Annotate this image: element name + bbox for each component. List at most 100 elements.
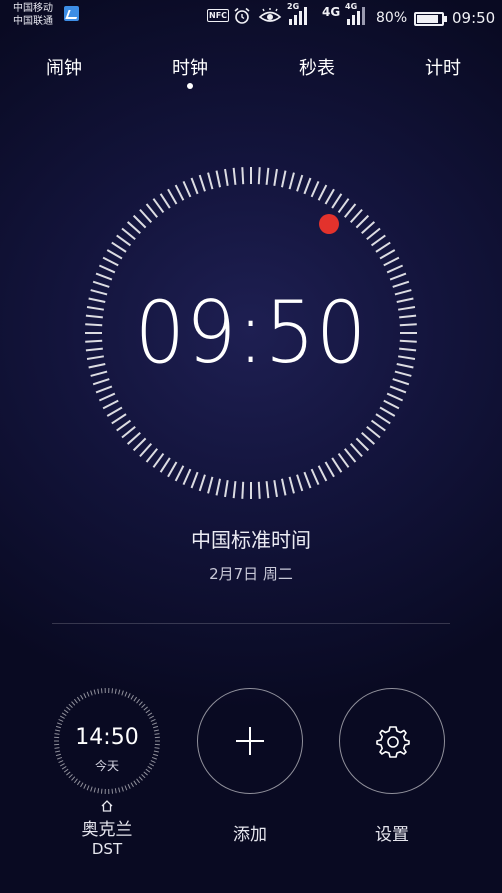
tick-mark [281, 170, 287, 188]
tick-mark [303, 177, 312, 195]
tick-mark [138, 776, 143, 781]
tick-mark [174, 184, 185, 201]
tick-mark [190, 471, 199, 489]
tick-mark [331, 193, 343, 209]
tick-mark [116, 234, 132, 247]
tick-mark [59, 715, 65, 719]
tick-mark [257, 167, 261, 185]
timezone-name: 中国标准时间 [191, 528, 311, 552]
tick-mark [343, 203, 357, 218]
tick-mark [386, 264, 404, 274]
tick-mark [241, 481, 245, 499]
tick-mark [383, 256, 400, 267]
tick-mark [198, 474, 206, 492]
tick-mark [310, 180, 320, 198]
tick-mark [337, 452, 350, 468]
tick-mark [386, 392, 404, 402]
gear-icon [376, 726, 410, 758]
tick-mark [147, 712, 153, 716]
tick-mark [207, 172, 214, 190]
tick-mark [379, 249, 396, 260]
world-clock-city: 奥克兰 [81, 820, 133, 840]
tick-mark [182, 468, 192, 486]
tick-mark [61, 712, 67, 716]
tick-mark [121, 690, 124, 696]
tick-mark [121, 227, 136, 241]
tick-mark [116, 419, 132, 432]
tick-mark [111, 241, 127, 253]
tick-mark [153, 750, 159, 753]
tick-mark [343, 448, 357, 463]
tick-mark [106, 249, 123, 260]
tick-mark [337, 198, 350, 214]
tick-mark [93, 689, 96, 695]
tick-mark [167, 188, 178, 205]
tick-mark [139, 443, 153, 458]
tick-mark [303, 471, 312, 489]
tick-mark [63, 709, 69, 714]
tick-mark [317, 465, 328, 482]
tick-mark [153, 753, 159, 757]
tick-mark [159, 457, 171, 473]
tick-mark [118, 787, 121, 793]
tick-mark [317, 184, 328, 201]
tick-mark [76, 780, 81, 786]
tick-mark [132, 437, 147, 452]
tick-mark [111, 688, 114, 694]
tick-mark [111, 788, 114, 794]
tick-mark [93, 787, 96, 793]
tick-mark [97, 788, 100, 794]
tick-mark [133, 696, 138, 702]
tick-mark [355, 214, 370, 229]
tick-mark [152, 452, 165, 468]
tick-mark [83, 693, 87, 699]
tick-mark [273, 480, 278, 498]
tick-mark [224, 168, 229, 186]
main-clock-time: 09:50 [134, 283, 368, 383]
tick-mark [383, 399, 400, 410]
tick-mark [361, 221, 376, 235]
tick-mark [121, 786, 124, 792]
tick-mark [106, 406, 123, 417]
tick-mark [149, 715, 155, 719]
tick-mark [95, 385, 113, 394]
tick-mark [370, 419, 386, 432]
tick-mark [86, 691, 90, 697]
tick-mark [71, 776, 76, 781]
tick-mark [143, 706, 148, 711]
tick-mark [232, 481, 237, 499]
tick-mark [145, 448, 159, 463]
tick-mark [349, 443, 363, 458]
tick-mark [324, 461, 335, 478]
tick-mark [159, 193, 171, 209]
add-button[interactable] [197, 688, 303, 794]
tick-mark [389, 385, 407, 394]
tick-mark [296, 174, 304, 192]
tick-mark [182, 180, 192, 198]
tick-mark [375, 413, 391, 425]
world-clock-time: 14:50 [75, 725, 139, 750]
tick-mark [296, 474, 304, 492]
world-clock-auckland[interactable]: 14:50 今天 [53, 687, 161, 795]
tick-mark [198, 174, 206, 192]
tick-mark [100, 788, 103, 794]
tick-mark [288, 172, 295, 190]
tick-mark [95, 272, 113, 281]
tick-mark [124, 785, 128, 791]
current-date: 2月7日 周二 [209, 565, 293, 583]
plus-icon [236, 727, 264, 755]
home-icon [101, 800, 113, 812]
tick-mark [139, 208, 153, 223]
tick-mark [366, 425, 381, 439]
tick-mark [126, 431, 141, 445]
tick-mark [111, 413, 127, 425]
tick-mark [66, 706, 71, 711]
settings-button[interactable] [339, 688, 445, 794]
tick-mark [90, 690, 93, 696]
tick-mark [83, 783, 87, 789]
world-clock-day: 今天 [94, 759, 119, 773]
tick-mark [114, 688, 117, 694]
tick-mark [76, 696, 81, 702]
tick-mark [68, 703, 73, 709]
divider [52, 623, 450, 624]
